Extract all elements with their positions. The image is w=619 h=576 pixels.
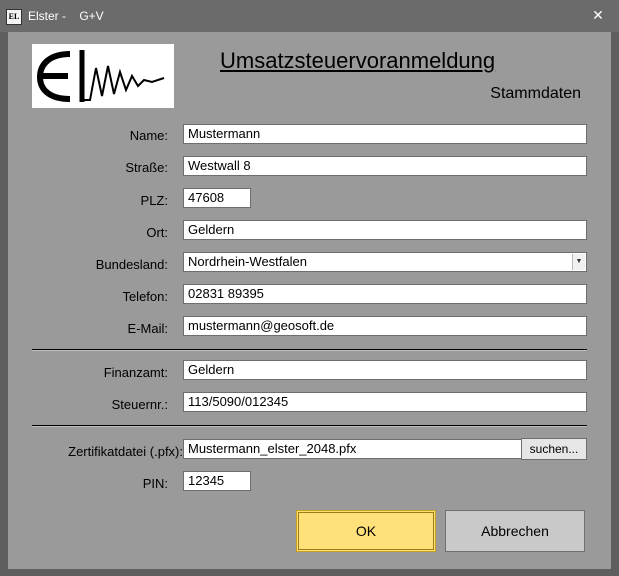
dialog-client-area: Umsatzsteuervoranmeldung Stammdaten Name… [8, 32, 611, 569]
ort-field[interactable]: Geldern [183, 220, 587, 240]
steuernr-field[interactable]: 113/5090/012345 [183, 392, 587, 412]
plz-field[interactable]: 47608 [183, 188, 251, 208]
chevron-down-icon[interactable]: ▼ [572, 254, 585, 270]
name-label: Name: [129, 128, 168, 143]
email-label: E-Mail: [127, 321, 168, 336]
telefon-label: Telefon: [122, 289, 168, 304]
pin-field[interactable]: 12345 [183, 471, 251, 491]
strasse-label: Straße: [125, 160, 168, 175]
elster-logo-graphic [36, 50, 165, 102]
cancel-button[interactable]: Abbrechen [445, 510, 585, 552]
email-field[interactable]: mustermann@geosoft.de [183, 316, 587, 336]
ok-button[interactable]: OK [296, 510, 436, 552]
close-icon: ✕ [592, 7, 604, 23]
bundesland-selected-value: Nordrhein-Westfalen [188, 254, 307, 269]
bundesland-select[interactable]: Nordrhein-Westfalen ▼ [183, 252, 587, 272]
bundesland-label: Bundesland: [95, 257, 168, 272]
zertifikat-label: Zertifikatdatei (.pfx): [68, 444, 183, 459]
finanzamt-field[interactable]: Geldern [183, 360, 587, 380]
zertifikat-field[interactable]: Mustermann_elster_2048.pfx [183, 439, 522, 459]
plz-label: PLZ: [140, 193, 168, 208]
telefon-field[interactable]: 02831 89395 [183, 284, 587, 304]
close-button[interactable]: ✕ [589, 6, 607, 24]
pin-label: PIN: [142, 476, 168, 491]
finanzamt-label: Finanzamt: [103, 365, 168, 380]
elster-app-icon: EL [6, 9, 22, 25]
name-field[interactable]: Mustermann [183, 124, 587, 144]
page-title: Umsatzsteuervoranmeldung [220, 48, 496, 73]
page-subtitle: Stammdaten [490, 85, 581, 102]
suchen-button[interactable]: suchen... [521, 438, 587, 460]
separator-line [32, 349, 587, 351]
steuernr-label: Steuernr.: [111, 397, 168, 412]
elster-logo [32, 44, 174, 108]
ort-label: Ort: [146, 225, 168, 240]
strasse-field[interactable]: Westwall 8 [183, 156, 587, 176]
window-title: Elster - G+V [28, 9, 104, 23]
separator-line [32, 425, 587, 427]
title-bar[interactable]: EL Elster - G+V ✕ [0, 0, 619, 32]
